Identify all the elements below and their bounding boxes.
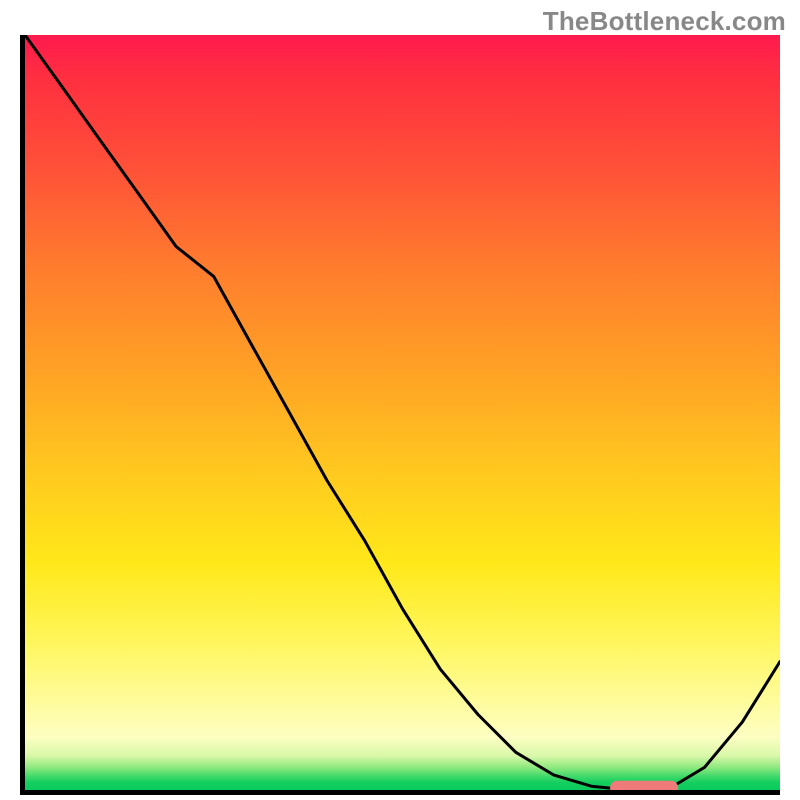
curve-layer xyxy=(25,35,780,790)
plot-area xyxy=(20,35,780,795)
bottleneck-curve xyxy=(25,35,780,790)
chart-canvas: TheBottleneck.com xyxy=(0,0,800,800)
watermark-text: TheBottleneck.com xyxy=(543,6,786,37)
optimal-range-marker xyxy=(610,781,678,790)
